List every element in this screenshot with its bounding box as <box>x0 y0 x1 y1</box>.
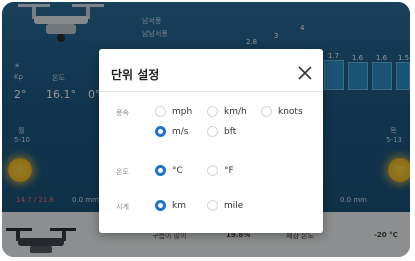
radio-fahrenheit[interactable] <box>207 165 218 176</box>
option-label: km <box>172 200 186 211</box>
option-label: °C <box>172 165 183 176</box>
close-icon[interactable] <box>296 64 314 82</box>
option-label: bft <box>224 126 237 137</box>
unit-option-bft[interactable]: bft <box>207 126 236 137</box>
radio-kmh[interactable] <box>207 106 218 117</box>
unit-option-knots[interactable]: knots <box>261 106 303 117</box>
unit-option-celsius[interactable]: °C <box>155 165 183 176</box>
divider <box>99 91 323 92</box>
radio-ms[interactable] <box>155 126 166 137</box>
option-label: km/h <box>224 106 247 117</box>
unit-option-ms[interactable]: m/s <box>155 126 189 137</box>
unit-option-mile[interactable]: mile <box>207 200 243 211</box>
unit-option-fahrenheit[interactable]: °F <box>207 165 234 176</box>
option-label: m/s <box>172 126 189 137</box>
radio-celsius[interactable] <box>155 165 166 176</box>
app-window: 남서풍 남남서풍 ☀ Kp 2° 온도 16.1° 0° 2.8 3 4 1.7… <box>2 2 410 257</box>
radio-knots[interactable] <box>261 106 272 117</box>
unit-option-kmh[interactable]: km/h <box>207 106 247 117</box>
unit-option-mph[interactable]: mph <box>155 106 192 117</box>
option-label: mile <box>224 200 244 211</box>
dialog-title: 단위 설정 <box>111 68 160 82</box>
option-label: °F <box>224 165 234 176</box>
wind-speed-label: 풍속 <box>116 109 129 117</box>
unit-option-km[interactable]: km <box>155 200 186 211</box>
radio-mph[interactable] <box>155 106 166 117</box>
option-label: knots <box>278 106 303 117</box>
radio-bft[interactable] <box>207 126 218 137</box>
radio-mile[interactable] <box>207 200 218 211</box>
option-label: mph <box>172 106 193 117</box>
unit-settings-dialog: 단위 설정 풍속 mph km/h knots m/s bft 온도 °C °F… <box>99 49 323 233</box>
visibility-label: 시계 <box>116 203 129 211</box>
radio-km[interactable] <box>155 200 166 211</box>
temperature-label: 온도 <box>116 168 129 176</box>
